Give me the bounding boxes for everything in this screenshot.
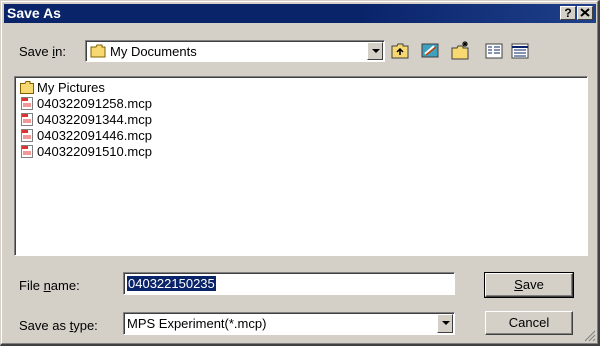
mcp-file-icon <box>21 145 33 158</box>
save-in-dropdown[interactable]: My Documents <box>85 40 385 62</box>
mcp-file-icon <box>21 113 33 126</box>
resize-grip-icon[interactable] <box>584 330 596 342</box>
save-as-dialog: Save As ? Save in: My Documents My Pictu… <box>0 0 600 346</box>
title-bar[interactable]: Save As ? <box>4 4 596 23</box>
list-view-button[interactable] <box>483 40 505 62</box>
details-view-icon <box>511 43 529 59</box>
save-as-type-label: Save as type: <box>19 318 98 333</box>
list-view-icon <box>485 43 503 59</box>
file-name-label: File name: <box>19 278 80 293</box>
new-folder-button[interactable] <box>449 40 471 62</box>
folder-icon <box>20 81 34 94</box>
save-as-type-dropdown[interactable]: MPS Experiment(*.mcp) <box>123 312 455 335</box>
chevron-down-icon[interactable] <box>367 42 383 60</box>
folder-icon <box>90 44 106 58</box>
save-button[interactable]: Save <box>484 272 574 298</box>
desktop-icon <box>421 43 439 58</box>
mcp-file-icon <box>21 129 33 142</box>
desktop-button[interactable] <box>419 40 441 62</box>
file-name-field[interactable]: 040322150235 <box>123 272 455 295</box>
close-button[interactable] <box>577 6 593 20</box>
file-name-value: 040322150235 <box>127 276 216 291</box>
save-as-type-value: MPS Experiment(*.mcp) <box>127 316 267 331</box>
close-icon <box>580 8 590 17</box>
cancel-button[interactable]: Cancel <box>485 311 573 335</box>
up-folder-icon <box>391 43 409 59</box>
window-title: Save As <box>7 5 61 21</box>
mcp-file-icon <box>21 97 33 110</box>
file-list[interactable]: My Pictures 040322091258.mcp 04032209134… <box>14 76 588 256</box>
new-folder-icon <box>451 41 469 60</box>
save-in-label: Save in: <box>19 44 66 59</box>
up-folder-button[interactable] <box>389 40 411 62</box>
save-in-value: My Documents <box>110 44 197 59</box>
chevron-down-icon[interactable] <box>437 314 453 333</box>
details-view-button[interactable] <box>509 40 531 62</box>
help-button[interactable]: ? <box>560 6 576 20</box>
